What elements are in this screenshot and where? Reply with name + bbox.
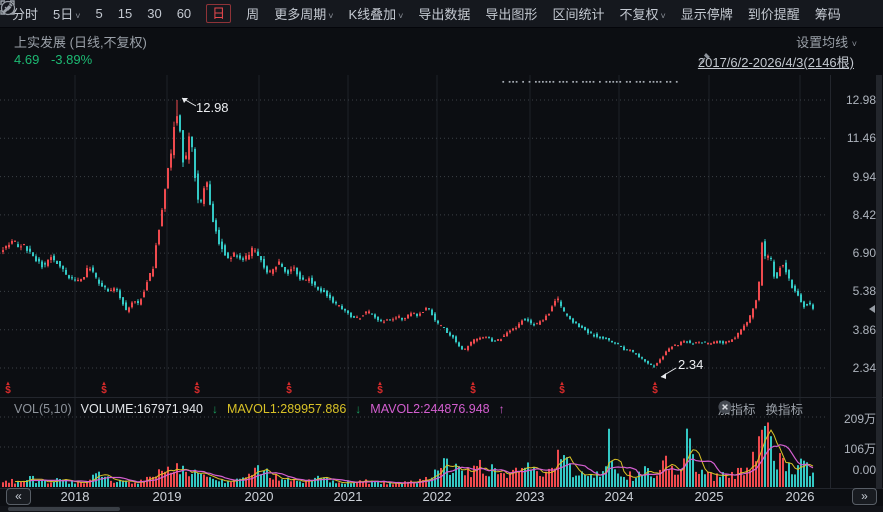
dollar-icon: $ (466, 386, 480, 396)
price-tick-label: 9.94 (830, 170, 876, 184)
up-triangle-icon: ▲ (648, 381, 662, 387)
chevron-down-icon: ˅ (852, 39, 857, 49)
change-percent: -3.89% (51, 52, 92, 67)
mavol1-down-arrow-icon: ↓ (355, 402, 361, 416)
event-marker-strip: ▪ ▪▪▪ ▪ ▪ ▪▪▪▪▪▪ ▪▪▪ ▪▪ ▪▪▪▪ ▪ ▪▪▪▪▪ ▪▪ … (502, 77, 828, 89)
year-label-2020: 2020 (245, 489, 274, 504)
toolbar-item-9[interactable]: K线叠加˅ (348, 4, 403, 23)
last-price: 4.69 (14, 52, 39, 67)
volume-tick-label: 209万 (830, 410, 876, 427)
volume-tick-label: 106万 (830, 440, 876, 457)
year-label-2025: 2025 (695, 489, 724, 504)
toolbar-item-12[interactable]: 区间统计 (552, 4, 604, 23)
price-tick-label: 5.38 (830, 284, 876, 298)
dividend-marker[interactable]: ▲$ (1, 380, 15, 396)
year-label-2026: 2026 (786, 489, 815, 504)
price-tick-label: 2.34 (830, 361, 876, 375)
switch-indicator-button[interactable]: 换指标 (765, 399, 803, 418)
toolbar-item-11[interactable]: 导出图形 (485, 4, 537, 23)
dividend-marker[interactable]: ▲$ (555, 380, 569, 396)
mavol1-value: MAVOL1:289957.886 (227, 402, 346, 416)
chevron-down-icon: ˅ (75, 11, 80, 21)
volume-tick-label: 0.00 (830, 463, 876, 477)
toolbar-item-16[interactable]: 筹码 (815, 4, 841, 23)
scroll-left-button[interactable]: « (6, 488, 31, 505)
stock-chart-window: 分时5日˅5153060日周更多周期˅K线叠加˅导出数据导出图形区间统计不复权˅… (0, 0, 883, 512)
up-triangle-icon: ▲ (1, 381, 15, 387)
dividend-marker[interactable]: ▲$ (466, 380, 480, 396)
dollar-icon: $ (190, 386, 204, 396)
price-tick-label: 12.98 (830, 93, 876, 107)
toolbar-item-2[interactable]: 5 (96, 6, 103, 21)
dividend-marker[interactable]: ▲$ (373, 380, 387, 396)
toolbar-item-1[interactable]: 5日˅ (53, 4, 81, 23)
dividend-marker[interactable]: ▲$ (97, 380, 111, 396)
dollar-icon: $ (282, 386, 296, 396)
dollar-icon: $ (1, 386, 15, 396)
toolbar-item-7[interactable]: 周 (246, 4, 259, 23)
up-triangle-icon: ▲ (97, 381, 111, 387)
chevron-down-icon: ˅ (328, 11, 333, 21)
toolbar-item-4[interactable]: 30 (147, 6, 161, 21)
x-axis: « 2018 2019 2020 2021 2022 2023 2024 2025 2026 » (0, 488, 883, 505)
dollar-icon: $ (648, 386, 662, 396)
toolbar-item-13[interactable]: 不复权˅ (619, 4, 665, 23)
year-label-2022: 2022 (423, 489, 452, 504)
horizontal-scrollbar-thumb[interactable] (8, 507, 120, 511)
volume-down-arrow-icon: ↓ (212, 402, 218, 416)
dividend-marker[interactable]: ▲$ (648, 380, 662, 396)
low-annotation: 2.34 (678, 357, 703, 372)
toolbar-item-6[interactable]: 日 (206, 4, 231, 23)
toolbar-item-14[interactable]: 显示停牌 (681, 4, 733, 23)
volume-header: VOL(5,10) VOLUME:167971.940 ↓ MAVOL1:289… (14, 400, 505, 417)
chevron-down-icon: ˅ (660, 11, 665, 21)
mavol2-up-arrow-icon: ↑ (499, 402, 505, 416)
high-annotation: 12.98 (196, 100, 229, 115)
date-range-link[interactable]: 2017/6/2-2026/4/3(2146根) (698, 52, 854, 71)
up-triangle-icon: ▲ (555, 381, 569, 387)
price-tick-label: 6.90 (830, 246, 876, 260)
mavol2-value: MAVOL2:244876.948 (370, 402, 489, 416)
dollar-icon: $ (97, 386, 111, 396)
toolbar-item-15[interactable]: 到价提醒 (748, 4, 800, 23)
ma-settings-label: 设置均线 (796, 35, 848, 50)
scroll-right-button[interactable]: » (852, 488, 877, 505)
price-chart-canvas[interactable] (0, 75, 830, 397)
year-label-2023: 2023 (516, 489, 545, 504)
dollar-icon: $ (373, 386, 387, 396)
year-label-2024: 2024 (605, 489, 634, 504)
price-change-row: 4.69 -3.89% (14, 52, 100, 67)
ma-settings-button[interactable]: 设置均线 ˅ (796, 32, 857, 51)
dollar-icon: $ (555, 386, 569, 396)
current-price-marker (869, 305, 875, 313)
year-label-2018: 2018 (61, 489, 90, 504)
axis-border (830, 75, 831, 488)
volume-header-actions: 加指标 换指标 (718, 400, 823, 417)
price-tick-label: 11.46 (830, 131, 876, 145)
year-label-2019: 2019 (153, 489, 182, 504)
up-triangle-icon: ▲ (373, 381, 387, 387)
dividend-marker[interactable]: ▲$ (282, 380, 296, 396)
price-pane[interactable] (0, 75, 830, 397)
toolbar-item-8[interactable]: 更多周期˅ (274, 4, 333, 23)
volume-indicator-label[interactable]: VOL(5,10) (14, 402, 72, 416)
up-triangle-icon: ▲ (466, 381, 480, 387)
volume-value: VOLUME:167971.940 (81, 402, 203, 416)
up-triangle-icon: ▲ (190, 381, 204, 387)
toolbar-item-10[interactable]: 导出数据 (418, 4, 470, 23)
year-label-2021: 2021 (334, 489, 363, 504)
price-tick-label: 3.86 (830, 323, 876, 337)
price-tick-label: 8.42 (830, 208, 876, 222)
horizontal-scrollbar[interactable] (0, 506, 883, 512)
vertical-scrollbar[interactable] (876, 75, 882, 488)
toolbar-item-5[interactable]: 60 (177, 6, 191, 21)
up-triangle-icon: ▲ (282, 381, 296, 387)
chevron-down-icon: ˅ (398, 11, 403, 21)
toolbar: 分时5日˅5153060日周更多周期˅K线叠加˅导出数据导出图形区间统计不复权˅… (0, 0, 883, 28)
dividend-marker[interactable]: ▲$ (190, 380, 204, 396)
date-range-row: 2017/6/2-2026/4/3(2146根) (698, 52, 859, 71)
toolbar-item-3[interactable]: 15 (118, 6, 132, 21)
instrument-title: 上实发展 (日线,不复权) (14, 32, 147, 51)
